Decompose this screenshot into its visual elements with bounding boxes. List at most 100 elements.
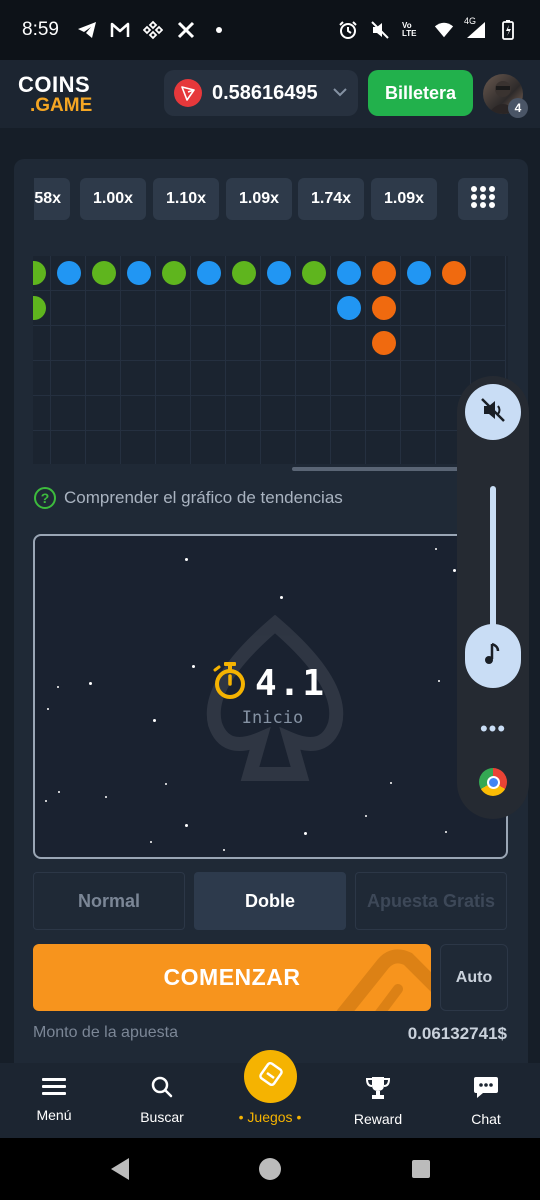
trend-cell <box>331 361 366 396</box>
back-icon[interactable] <box>107 1156 133 1182</box>
media-volume-handle[interactable] <box>465 624 521 688</box>
volume-panel: ••• <box>457 376 529 819</box>
trend-cell <box>261 361 296 396</box>
trend-cell <box>51 291 86 326</box>
tron-icon <box>174 79 202 107</box>
trend-cell <box>331 326 366 361</box>
trend-cell <box>121 431 156 464</box>
gmail-icon <box>110 20 130 40</box>
trend-cell <box>33 326 51 361</box>
trend-cell <box>401 396 436 431</box>
trend-dot-green <box>161 261 186 285</box>
trend-cell <box>156 326 191 361</box>
coins-game-logo[interactable]: COINS .GAME <box>18 73 93 116</box>
tab-doble[interactable]: Doble <box>194 872 346 930</box>
network-type: 4G <box>464 16 477 26</box>
nav-search[interactable]: Buscar <box>117 1063 207 1138</box>
trend-cell <box>226 291 261 326</box>
trend-chart[interactable] <box>33 256 508 464</box>
trend-cell <box>156 361 191 396</box>
trend-cell <box>226 361 261 396</box>
star <box>390 782 392 784</box>
trend-cell <box>401 431 436 464</box>
trend-dot-green <box>301 261 326 285</box>
trend-cell <box>401 361 436 396</box>
trend-scrollbar[interactable] <box>292 467 462 471</box>
trend-cell <box>121 326 156 361</box>
star <box>304 832 307 835</box>
trend-cell <box>226 326 261 361</box>
start-button[interactable]: COMENZAR <box>33 944 431 1011</box>
trend-dot-blue <box>266 261 291 285</box>
star <box>365 815 367 817</box>
nav-search-label: Buscar <box>140 1109 184 1125</box>
tab-free-bet[interactable]: Apuesta Gratis <box>355 872 507 930</box>
question-icon: ? <box>34 487 56 509</box>
trend-cell <box>51 396 86 431</box>
nav-reward[interactable]: Reward <box>333 1063 423 1138</box>
nav-games[interactable] <box>244 1050 297 1103</box>
balance-selector[interactable]: 0.58616495 <box>164 70 358 116</box>
trend-cell <box>33 361 51 396</box>
dot-icon <box>209 20 229 40</box>
start-decoration-icon <box>336 949 431 1011</box>
star <box>47 708 49 710</box>
bet-amount-value: 0.06132741$ <box>407 1024 507 1043</box>
trend-cell <box>296 326 331 361</box>
trend-cell <box>436 326 471 361</box>
trend-cell <box>331 396 366 431</box>
star <box>445 831 447 833</box>
recents-icon[interactable] <box>408 1156 434 1182</box>
system-icons: Vo LTE 4G <box>338 16 518 40</box>
trend-help-link[interactable]: ? Comprender el gráfico de tendencias <box>34 486 343 510</box>
logo-line2: .GAME <box>30 94 93 116</box>
trend-cell <box>296 361 331 396</box>
trend-cell <box>261 431 296 464</box>
trend-cell <box>156 396 191 431</box>
trend-dot-blue <box>406 261 431 285</box>
history-chip: 1.74x <box>298 178 364 220</box>
volte-text: Vo LTE <box>402 21 417 38</box>
nav-chat[interactable]: Chat <box>441 1063 531 1138</box>
trend-cell <box>51 361 86 396</box>
more-options-icon[interactable]: ••• <box>457 716 529 742</box>
volume-off-icon <box>479 396 507 429</box>
trend-dot-blue <box>336 261 361 285</box>
countdown-label: Inicio <box>241 708 304 728</box>
tab-normal[interactable]: Normal <box>33 872 185 930</box>
mute-toggle[interactable] <box>465 384 521 440</box>
trend-cell <box>261 326 296 361</box>
trend-dot-blue <box>126 261 151 285</box>
chrome-icon[interactable] <box>479 768 507 796</box>
nav-menu[interactable]: Menú <box>9 1063 99 1138</box>
grid-view-button[interactable] <box>458 178 508 220</box>
trend-cell <box>191 326 226 361</box>
history-chip: 1.09x <box>371 178 437 220</box>
balance-amount: 0.58616495 <box>212 81 318 104</box>
trend-dot-blue <box>56 261 81 285</box>
home-icon[interactable] <box>257 1156 283 1182</box>
trend-cell <box>191 396 226 431</box>
status-bar: 8:59 Vo LTE 4G <box>0 0 540 60</box>
star <box>58 791 60 793</box>
auto-button[interactable]: Auto <box>440 944 508 1011</box>
star <box>192 665 195 668</box>
history-chip: 1.10x <box>153 178 219 220</box>
trend-cell <box>331 431 366 464</box>
volume-slider[interactable] <box>490 486 496 636</box>
music-note-icon <box>483 642 503 671</box>
trend-cell <box>296 396 331 431</box>
trend-dot-blue <box>336 296 361 320</box>
trend-cell <box>226 431 261 464</box>
trend-dot-green <box>231 261 256 285</box>
clock: 8:59 <box>22 19 59 40</box>
nav-games-label[interactable]: • Juegos • <box>225 1109 315 1125</box>
wallet-button[interactable]: Billetera <box>368 70 473 116</box>
trend-cell <box>471 256 506 291</box>
trend-cell <box>156 431 191 464</box>
trend-cell <box>86 326 121 361</box>
system-navigation-bar <box>0 1138 540 1200</box>
trend-cell <box>51 431 86 464</box>
trend-cell <box>191 431 226 464</box>
game-area: 4.1 Inicio <box>33 534 508 859</box>
